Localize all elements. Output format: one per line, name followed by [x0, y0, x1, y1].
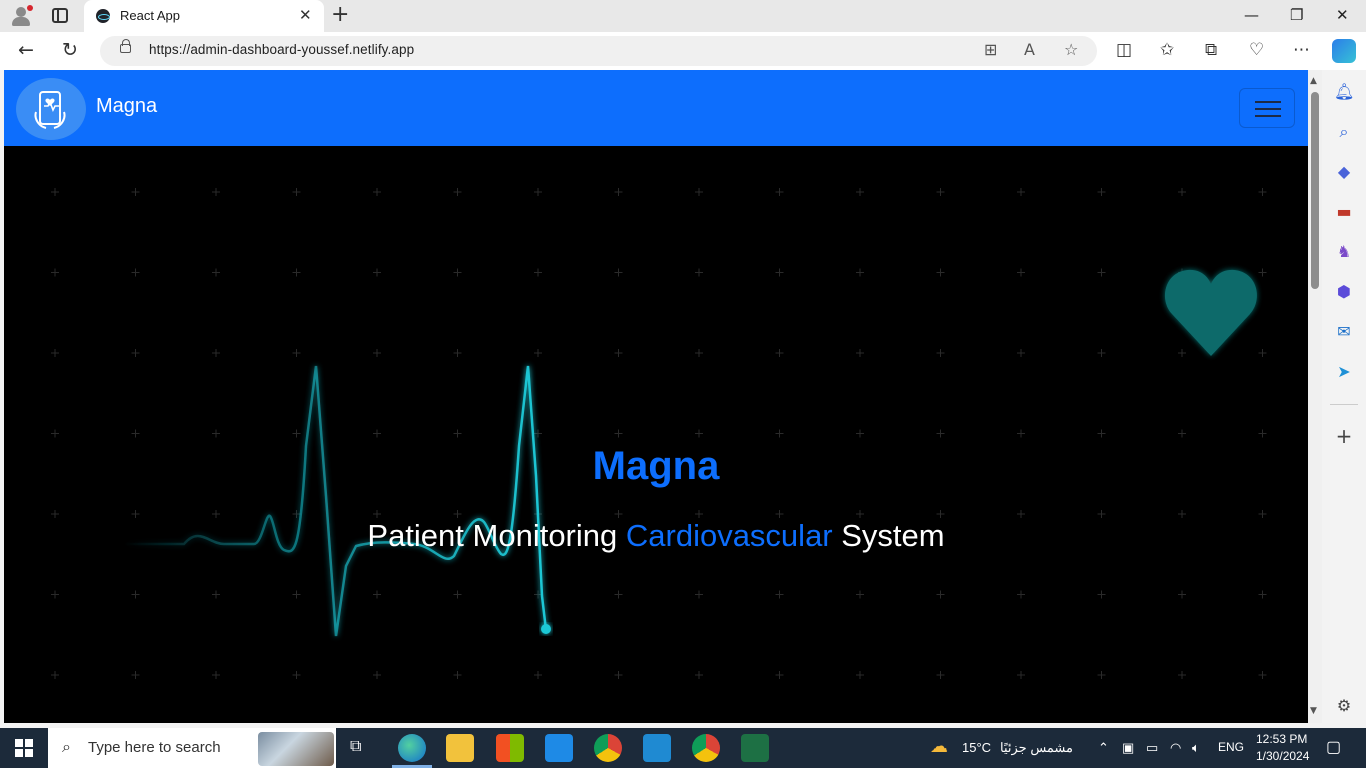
- games-icon[interactable]: ♞: [1334, 242, 1354, 262]
- logo[interactable]: [16, 78, 86, 140]
- chrome-profile-icon[interactable]: [692, 734, 720, 762]
- search-placeholder[interactable]: Type here to search: [88, 739, 221, 756]
- ecg-line: [124, 365, 548, 637]
- send-icon[interactable]: ➤: [1334, 362, 1354, 382]
- favorites-icon[interactable]: ✩: [1160, 40, 1174, 60]
- close-window-icon[interactable]: ✕: [1336, 6, 1349, 24]
- notifications-icon[interactable]: ▢: [1326, 737, 1341, 757]
- minimize-icon[interactable]: —: [1244, 6, 1259, 24]
- address-bar[interactable]: https://admin-dashboard-youssef.netlify.…: [100, 36, 1097, 66]
- refresh-icon[interactable]: ↻: [62, 39, 78, 61]
- edge-sidebar: 🔔︎ ⌕ ◆ ▬ ♞ ⬢ ✉ ➤ + ⚙: [1322, 70, 1366, 725]
- hero-section: Magna Patient Monitoring Cardiovascular …: [4, 146, 1308, 723]
- hero-title: Magna: [592, 444, 720, 488]
- volume-icon[interactable]: 🔈︎: [1192, 740, 1200, 756]
- hero-subtitle: Patient Monitoring Cardiovascular System: [4, 518, 1308, 554]
- profile-icon[interactable]: [10, 5, 33, 27]
- add-icon[interactable]: +: [1334, 426, 1354, 446]
- ecg-dot: [541, 624, 551, 634]
- menu-toggle-button[interactable]: [1239, 88, 1295, 128]
- sidebar-divider: [1330, 404, 1358, 405]
- meet-now-icon[interactable]: ▣: [1122, 740, 1134, 756]
- edge-taskbar-icon[interactable]: [398, 734, 426, 762]
- weather-icon[interactable]: ☁: [930, 736, 948, 757]
- clock-date[interactable]: 1/30/2024: [1256, 749, 1309, 763]
- battery-icon[interactable]: ▭: [1146, 740, 1158, 756]
- browser-essentials-icon[interactable]: ♡: [1249, 40, 1264, 60]
- heart-icon: [1165, 269, 1257, 356]
- hero-subtitle-accent: Cardiovascular: [625, 518, 833, 553]
- taskbar-search-box[interactable]: ⌕ Type here to search: [48, 728, 336, 768]
- mail-icon[interactable]: [545, 734, 573, 762]
- clock-time[interactable]: 12:53 PM: [1256, 732, 1307, 746]
- search-icon[interactable]: ⌕: [1334, 122, 1354, 142]
- collections-icon[interactable]: ⧉: [1205, 40, 1217, 60]
- navbar-brand[interactable]: Magna: [96, 95, 157, 118]
- hero-background: [51, 188, 1267, 679]
- split-screen-icon[interactable]: ◫: [1116, 40, 1132, 60]
- weather-description[interactable]: مشمس جزئيًا: [1000, 740, 1073, 756]
- language-indicator[interactable]: ENG: [1218, 740, 1244, 754]
- copilot-icon[interactable]: [1332, 39, 1356, 63]
- vscode-icon[interactable]: [643, 734, 671, 762]
- task-view-icon[interactable]: ⧉: [350, 738, 361, 756]
- file-explorer-icon[interactable]: [446, 734, 474, 762]
- search-glass-icon: ⌕: [62, 737, 71, 756]
- microsoft365-icon[interactable]: ⬢: [1334, 282, 1354, 302]
- app-available-icon[interactable]: ⊞: [984, 40, 997, 59]
- weather-temp[interactable]: 15°C: [962, 740, 991, 755]
- wifi-icon[interactable]: ◠: [1170, 740, 1181, 756]
- settings-more-icon[interactable]: ⋯: [1293, 40, 1310, 60]
- tab-actions-icon[interactable]: [52, 8, 68, 23]
- search-highlight-image: [258, 732, 334, 766]
- sidebar-settings-icon[interactable]: ⚙: [1334, 696, 1354, 716]
- tab-title: React App: [120, 8, 180, 23]
- notifications-bell-icon[interactable]: 🔔︎: [1334, 82, 1354, 102]
- scroll-up-icon[interactable]: ▲: [1310, 76, 1317, 86]
- tools-icon[interactable]: ▬: [1334, 202, 1354, 222]
- outlook-icon[interactable]: ✉: [1334, 322, 1354, 342]
- browser-tab[interactable]: React App ✕: [84, 0, 324, 32]
- heart-monitor-logo-icon: [34, 91, 66, 129]
- tab-strip: React App ✕ + — ❐ ✕: [0, 0, 1366, 32]
- new-tab-icon[interactable]: +: [331, 2, 349, 27]
- page-viewport: Magna Magna Patient Monitoring Cardiovas…: [4, 70, 1308, 723]
- close-tab-icon[interactable]: ✕: [299, 6, 312, 24]
- windows-taskbar: ⌕ Type here to search ⧉ ☁ 15°C مشمس جزئي…: [0, 728, 1366, 768]
- site-navbar: Magna: [4, 70, 1308, 146]
- tray-chevron-icon[interactable]: ⌃: [1098, 740, 1109, 756]
- react-favicon-icon: [96, 9, 110, 23]
- read-aloud-icon[interactable]: A: [1024, 40, 1035, 59]
- browser-toolbar: ← ↻ https://admin-dashboard-youssef.netl…: [0, 32, 1366, 70]
- shopping-tag-icon[interactable]: ◆: [1334, 162, 1354, 182]
- store-icon[interactable]: [496, 734, 524, 762]
- scroll-thumb[interactable]: [1311, 92, 1319, 289]
- windows-start-icon[interactable]: [15, 739, 33, 757]
- lock-icon[interactable]: [120, 39, 131, 53]
- scroll-down-icon[interactable]: ▼: [1310, 706, 1317, 716]
- back-icon[interactable]: ←: [18, 39, 34, 61]
- page-scrollbar[interactable]: ▲ ▼: [1308, 70, 1322, 723]
- excel-icon[interactable]: [741, 734, 769, 762]
- hero-subtitle-part1: Patient Monitoring: [367, 518, 626, 553]
- hero-subtitle-part2: System: [832, 518, 945, 553]
- restore-icon[interactable]: ❐: [1290, 6, 1303, 24]
- favorite-star-icon[interactable]: ☆: [1064, 40, 1078, 59]
- url-text[interactable]: https://admin-dashboard-youssef.netlify.…: [149, 42, 414, 57]
- chrome-icon[interactable]: [594, 734, 622, 762]
